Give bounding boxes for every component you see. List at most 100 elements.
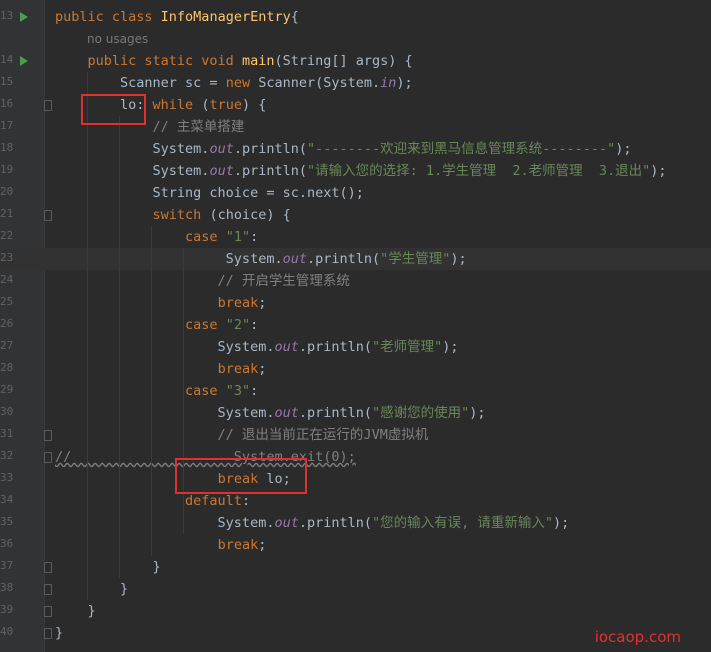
- code-text: case "3":: [55, 381, 258, 401]
- code-line-27[interactable]: 27 System.out.println("老师管理");: [0, 336, 711, 358]
- code-line-28[interactable]: 28 break;: [0, 358, 711, 380]
- code-token: // 退出当前正在运行的JVM虚拟机: [55, 427, 429, 443]
- code-token: (String[] args) {: [274, 53, 413, 69]
- code-token: }: [55, 625, 64, 641]
- code-token: System.: [55, 141, 210, 157]
- code-text: }: [55, 557, 161, 577]
- code-line-21[interactable]: 21 switch (choice) {: [0, 204, 711, 226]
- fold-marker-icon[interactable]: [44, 562, 52, 573]
- code-token: "您的输入有误, 请重新输入": [372, 515, 554, 531]
- code-line-18[interactable]: 18 System.out.println("--------欢迎来到黑马信息管…: [0, 138, 711, 160]
- line-number: 19: [0, 163, 14, 176]
- code-token: new: [225, 75, 259, 91]
- code-token: ;: [258, 295, 267, 311]
- line-number: 25: [0, 295, 14, 308]
- code-token: out: [209, 163, 234, 179]
- code-token: "3": [225, 383, 251, 399]
- code-token: "2": [225, 317, 251, 333]
- code-line-14[interactable]: 14 public static void main(String[] args…: [0, 50, 711, 72]
- usages-hint-row: no usages: [0, 28, 711, 50]
- code-line-20[interactable]: 20 String choice = sc.next();: [0, 182, 711, 204]
- code-line-35[interactable]: 35 System.out.println("您的输入有误, 请重新输入");: [0, 512, 711, 534]
- code-line-19[interactable]: 19 System.out.println("请输入您的选择: 1.学生管理 2…: [0, 160, 711, 182]
- code-token: ;: [258, 537, 267, 553]
- code-line-32[interactable]: 32// System.exit(0);: [0, 446, 711, 468]
- code-line-36[interactable]: 36 break;: [0, 534, 711, 556]
- code-token: public class: [55, 9, 161, 25]
- code-text: System.out.println("学生管理");: [55, 249, 467, 269]
- code-token: );: [396, 75, 413, 91]
- line-number: 18: [0, 141, 14, 154]
- code-token: out: [274, 339, 299, 355]
- fold-marker-icon[interactable]: [44, 584, 52, 595]
- code-line-13[interactable]: 13 public class InfoManagerEntry{: [0, 6, 711, 28]
- line-number: 27: [0, 339, 14, 352]
- code-line-38[interactable]: 38 }: [0, 578, 711, 600]
- line-number: 36: [0, 537, 14, 550]
- code-token: in: [380, 75, 397, 91]
- fold-marker-icon[interactable]: [44, 210, 52, 221]
- code-token: String choice = sc.next();: [55, 185, 364, 201]
- line-number: 38: [0, 581, 14, 594]
- line-number: 16: [0, 97, 14, 110]
- code-line-37[interactable]: 37 }: [0, 556, 711, 578]
- run-gutter-icon[interactable]: [20, 12, 28, 22]
- fold-marker-icon[interactable]: [44, 100, 52, 111]
- code-line-29[interactable]: 29 case "3":: [0, 380, 711, 402]
- code-text: switch (choice) {: [55, 205, 291, 225]
- code-text: default:: [55, 491, 250, 511]
- code-line-34[interactable]: 34 default:: [0, 490, 711, 512]
- code-line-30[interactable]: 30 System.out.println("感谢您的使用");: [0, 402, 711, 424]
- fold-marker-icon[interactable]: [44, 430, 52, 441]
- line-number: 23: [0, 251, 14, 264]
- indent-guide: [119, 116, 120, 578]
- line-number: 33: [0, 471, 14, 484]
- code-line-22[interactable]: 22 case "1":: [0, 226, 711, 248]
- line-number: 13: [0, 9, 14, 22]
- code-token: break: [217, 295, 259, 311]
- line-number: 24: [0, 273, 14, 286]
- line-number: 22: [0, 229, 14, 242]
- code-text: String choice = sc.next();: [55, 183, 364, 203]
- code-line-25[interactable]: 25 break;: [0, 292, 711, 314]
- code-token: .println(: [298, 339, 372, 355]
- code-token: :: [250, 229, 259, 245]
- code-token: out: [274, 405, 299, 421]
- highlight-box-label: [81, 94, 146, 125]
- code-token: main: [241, 53, 275, 69]
- code-token: .println(: [233, 141, 307, 157]
- code-token: ) {: [241, 97, 267, 113]
- code-line-15[interactable]: 15 Scanner sc = new Scanner(System.in);: [0, 72, 711, 94]
- code-token: );: [615, 141, 632, 157]
- code-token: );: [450, 251, 467, 267]
- line-number: 32: [0, 449, 14, 462]
- code-token: while: [152, 97, 202, 113]
- code-line-31[interactable]: 31 // 退出当前正在运行的JVM虚拟机: [0, 424, 711, 446]
- code-token: default: [185, 493, 242, 509]
- code-token: "请输入您的选择: 1.学生管理 2.老师管理 3.退出": [306, 163, 651, 179]
- run-gutter-icon[interactable]: [20, 56, 28, 66]
- fold-marker-icon[interactable]: [44, 628, 52, 639]
- line-number: 37: [0, 559, 14, 572]
- code-line-24[interactable]: 24 // 开启学生管理系统: [0, 270, 711, 292]
- fold-marker-icon[interactable]: [44, 606, 52, 617]
- code-token: );: [650, 163, 667, 179]
- code-token: );: [469, 405, 486, 421]
- fold-marker-icon[interactable]: [44, 452, 52, 463]
- code-token: }: [55, 559, 161, 575]
- indent-guide: [87, 72, 88, 600]
- code-token: ;: [258, 361, 267, 377]
- line-number: 34: [0, 493, 14, 506]
- code-token: "感谢您的使用": [372, 405, 470, 421]
- code-line-23[interactable]: 23 System.out.println("学生管理");: [0, 248, 711, 270]
- code-line-39[interactable]: 39 }: [0, 600, 711, 622]
- code-token: .println(: [298, 515, 372, 531]
- usages-hint[interactable]: no usages: [87, 29, 148, 49]
- line-number: 39: [0, 603, 14, 616]
- code-token: );: [553, 515, 570, 531]
- code-line-33[interactable]: 33 break lo;: [0, 468, 711, 490]
- code-line-26[interactable]: 26 case "2":: [0, 314, 711, 336]
